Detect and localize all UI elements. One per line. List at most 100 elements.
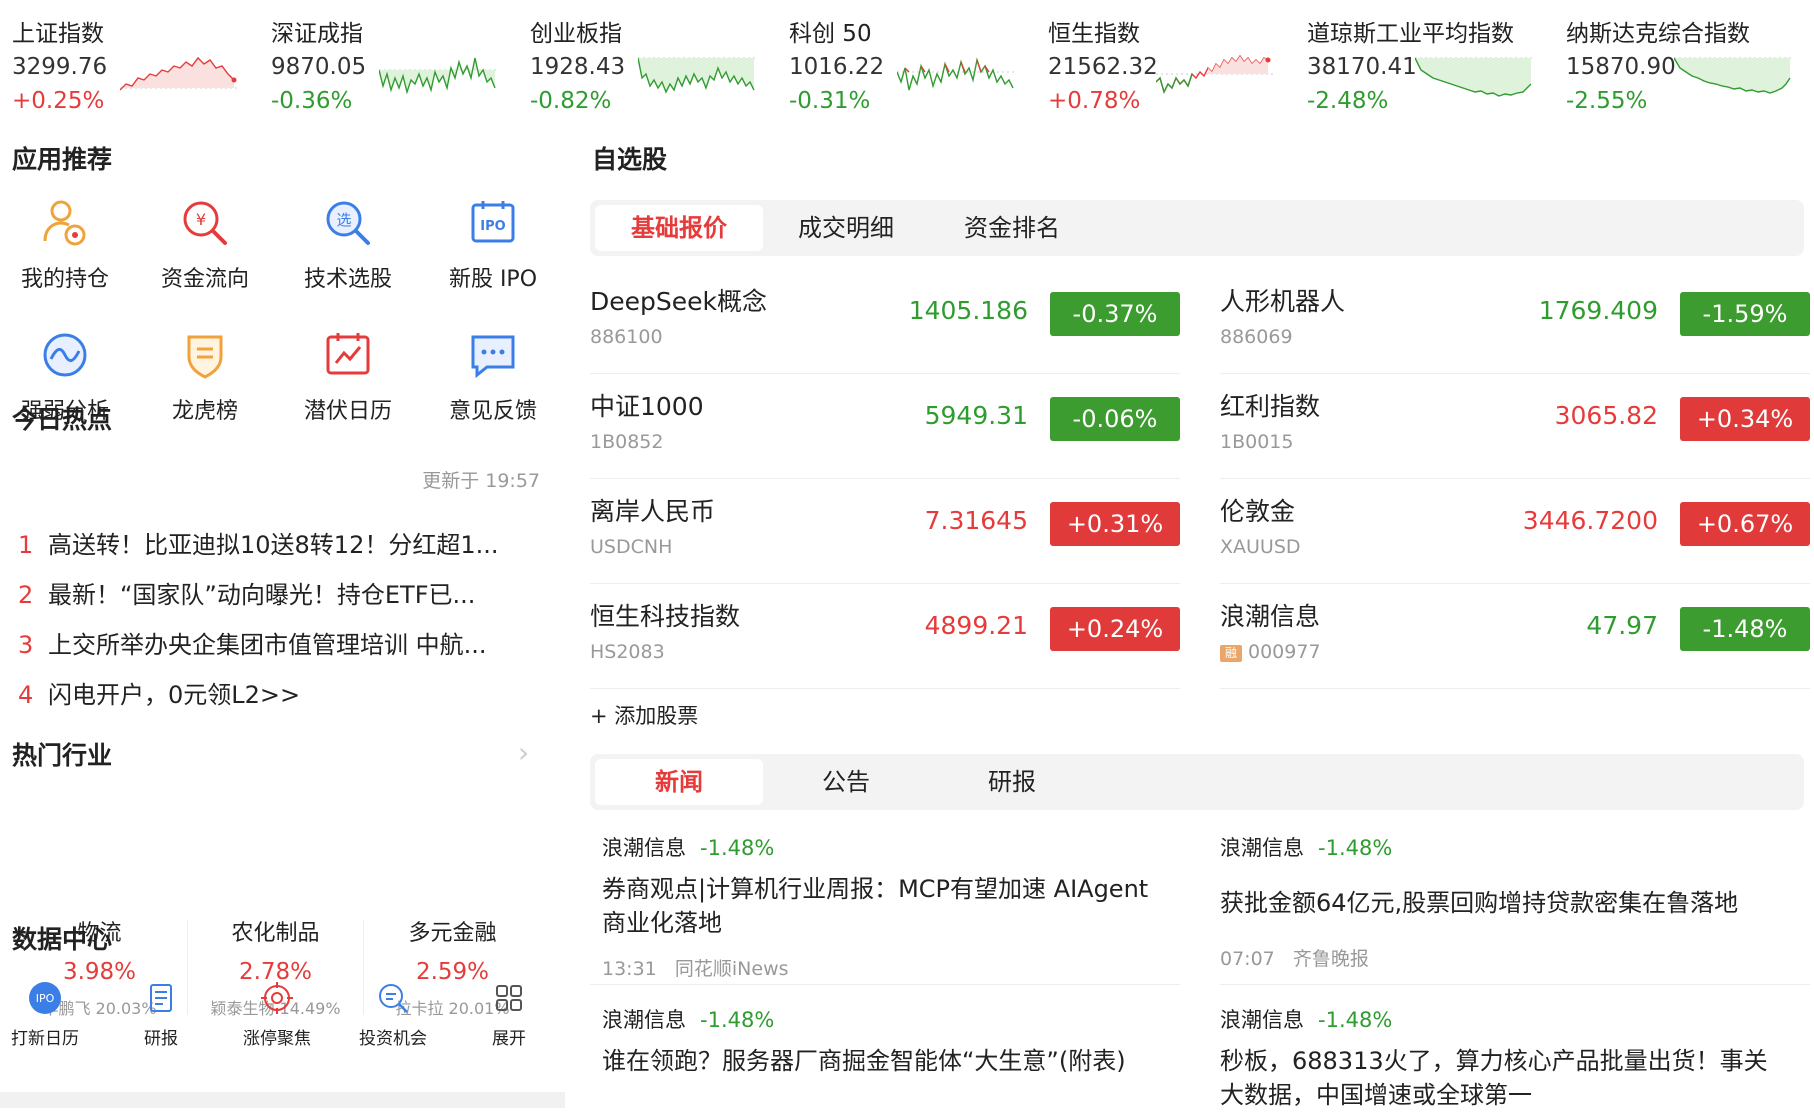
stock-code: 1B0015 — [1220, 431, 1294, 453]
sparkline-icon — [897, 57, 1015, 91]
index-change: +0.25% — [12, 88, 105, 114]
svg-text:¥: ¥ — [196, 210, 206, 229]
app-ipo[interactable]: IPO 新股 IPO — [428, 195, 558, 305]
tab-trade-detail[interactable]: 成交明细 — [762, 205, 930, 251]
dc-opportunity[interactable]: 投资机会 — [338, 980, 448, 1050]
index-change: +0.78% — [1048, 88, 1141, 114]
dc-label: 打新日历 — [11, 1029, 79, 1049]
stock-change-badge: -0.06% — [1050, 397, 1180, 441]
tab-announcements[interactable]: 公告 — [762, 759, 930, 805]
stock-code: 886069 — [1220, 326, 1293, 348]
index-card-nasdaq[interactable]: 纳斯达克综合指数 15870.90 -2.55% — [1554, 8, 1804, 114]
watchlist-title: 自选股 — [592, 145, 668, 174]
index-card-shanghai[interactable]: 上证指数 3299.76 +0.25% — [0, 8, 250, 114]
hot-item[interactable]: 2 最新！“国家队”动向曝光！持仓ETF已... — [18, 575, 538, 615]
stock-row[interactable]: 浪潮信息 融 000977 47.97 -1.48% — [1220, 585, 1810, 689]
app-label: 龙虎榜 — [171, 399, 238, 424]
index-change: -0.31% — [789, 88, 871, 114]
sparkline-icon — [1156, 54, 1274, 94]
hot-item[interactable]: 4 闪电开户，0元领L2>> — [18, 675, 538, 715]
news-header: 浪潮信息 -1.48% — [1220, 836, 1393, 860]
sparkline-icon — [1415, 57, 1533, 97]
index-card-chinext[interactable]: 创业板指 1928.43 -0.82% — [518, 8, 768, 114]
stock-change-badge: +0.24% — [1050, 607, 1180, 651]
stock-row[interactable]: 人形机器人 886069 1769.409 -1.59% — [1220, 270, 1810, 374]
stock-row[interactable]: 恒生科技指数 HS2083 4899.21 +0.24% — [590, 585, 1180, 689]
index-value: 21562.32 — [1048, 54, 1158, 80]
index-change: -0.82% — [530, 88, 612, 114]
stock-row[interactable]: 伦敦金 XAUUSD 3446.7200 +0.67% — [1220, 480, 1810, 584]
dc-expand[interactable]: 展开 — [454, 980, 564, 1050]
search-opportunity-icon — [379, 984, 408, 1013]
news-title: 券商观点|计算机行业周报：MCP有望加速 AIAgent商业化落地 — [602, 875, 1149, 937]
tab-basic-quote[interactable]: 基础报价 — [595, 205, 763, 251]
ipo-badge-icon: IPO — [29, 982, 61, 1014]
stock-name: 离岸人民币 — [590, 497, 716, 526]
stock-row[interactable]: 红利指数 1B0015 3065.82 +0.34% — [1220, 375, 1810, 479]
stock-change-badge: +0.34% — [1680, 397, 1810, 441]
stock-name: 人形机器人 — [1220, 287, 1346, 316]
industry-name: 多元金融 — [408, 921, 497, 946]
index-value: 1016.22 — [789, 54, 885, 80]
stock-row[interactable]: 离岸人民币 USDCNH 7.31645 +0.31% — [590, 480, 1180, 584]
stock-row[interactable]: 中证1000 1B0852 5949.31 -0.06% — [590, 375, 1180, 479]
money-flow-icon: ¥ — [183, 201, 227, 245]
app-stock-picker[interactable]: 选 技术选股 — [283, 195, 413, 305]
calendar-icon — [326, 333, 370, 375]
index-value: 38170.41 — [1307, 54, 1417, 80]
index-card-star50[interactable]: 科创 50 1016.22 -0.31% — [777, 8, 1027, 114]
news-tabbar: 新闻 公告 研报 — [590, 754, 1804, 810]
stock-code: 886100 — [590, 326, 663, 348]
index-card-hangseng[interactable]: 恒生指数 21562.32 +0.78% — [1036, 8, 1286, 114]
app-my-holdings[interactable]: 我的持仓 — [0, 195, 130, 305]
divider — [590, 984, 1180, 985]
app-label: 新股 IPO — [448, 267, 538, 292]
svg-text:IPO: IPO — [480, 219, 505, 234]
index-card-shenzhen[interactable]: 深证成指 9870.05 -0.36% — [259, 8, 509, 114]
hot-item[interactable]: 1 高送转！比亚迪拟10送8转12！分红超1... — [18, 525, 538, 565]
app-label: 潜伏日历 — [303, 399, 392, 424]
stock-price: 4899.21 — [924, 611, 1028, 640]
dragon-tiger-icon — [187, 335, 223, 379]
sparkline-icon — [379, 57, 497, 95]
app-label: 意见反馈 — [448, 399, 537, 424]
index-name: 科创 50 — [789, 21, 872, 47]
stock-picker-icon: 选 — [326, 201, 370, 245]
tab-research[interactable]: 研报 — [928, 759, 1096, 805]
hot-text: 上交所举办央企集团市值管理培训 中航... — [48, 631, 487, 659]
app-feedback[interactable]: 意见反馈 — [428, 327, 558, 437]
dc-ipo-calendar[interactable]: IPO 打新日历 — [0, 980, 100, 1050]
tab-news[interactable]: 新闻 — [595, 759, 763, 805]
news-item[interactable]: 浪潮信息 -1.48% 谁在领跑？服务器厂商掘金智能体“大生意”(附表) — [602, 1004, 1172, 1078]
index-card-dow-jones[interactable]: 道琼斯工业平均指数 38170.41 -2.48% — [1295, 8, 1545, 114]
hot-rank: 4 — [18, 681, 34, 709]
news-header: 浪潮信息 -1.48% — [1220, 1008, 1393, 1032]
app-dragon-tiger[interactable]: 龙虎榜 — [140, 327, 270, 437]
dc-limit-up[interactable]: 涨停聚焦 — [222, 980, 332, 1050]
news-meta: 07:07 齐鲁晚报 — [1220, 948, 1369, 970]
sparkline-icon — [120, 56, 238, 91]
hot-item[interactable]: 3 上交所举办央企集团市值管理培训 中航... — [18, 625, 538, 665]
news-item[interactable]: 浪潮信息 -1.48% 获批金额64亿元,股票回购增持贷款密集在鲁落地 07:07… — [1220, 832, 1790, 971]
stock-row[interactable]: DeepSeek概念 886100 1405.186 -0.37% — [590, 270, 1180, 374]
stock-code: 1B0852 — [590, 431, 664, 453]
apps-title: 应用推荐 — [12, 145, 113, 174]
dc-label: 投资机会 — [359, 1029, 427, 1049]
news-item[interactable]: 浪潮信息 -1.48% 秒板，688313火了，算力核心产品批量出货！事关大数据，… — [1220, 1004, 1790, 1112]
dc-report[interactable]: 研报 — [106, 980, 216, 1050]
horizontal-scrollbar[interactable] — [0, 1092, 565, 1108]
news-header: 浪潮信息 -1.48% — [602, 1008, 775, 1032]
divider — [1220, 984, 1810, 985]
app-money-flow[interactable]: ¥ 资金流向 — [140, 195, 270, 305]
chevron-right-icon[interactable]: › — [518, 736, 529, 769]
ipo-icon: IPO — [471, 201, 515, 243]
stock-code: USDCNH — [590, 536, 673, 558]
data-center-title: 数据中心 — [12, 925, 113, 954]
add-stock-button[interactable]: + 添加股票 — [590, 700, 698, 730]
tab-fund-ranking[interactable]: 资金排名 — [928, 205, 1096, 251]
hot-text: 高送转！比亚迪拟10送8转12！分红超1... — [48, 531, 499, 559]
strength-analysis-icon — [43, 333, 87, 377]
app-label: 技术选股 — [303, 267, 392, 292]
news-item[interactable]: 浪潮信息 -1.48% 券商观点|计算机行业周报：MCP有望加速 AIAgent商… — [602, 832, 1172, 981]
app-calendar[interactable]: 潜伏日历 — [283, 327, 413, 437]
